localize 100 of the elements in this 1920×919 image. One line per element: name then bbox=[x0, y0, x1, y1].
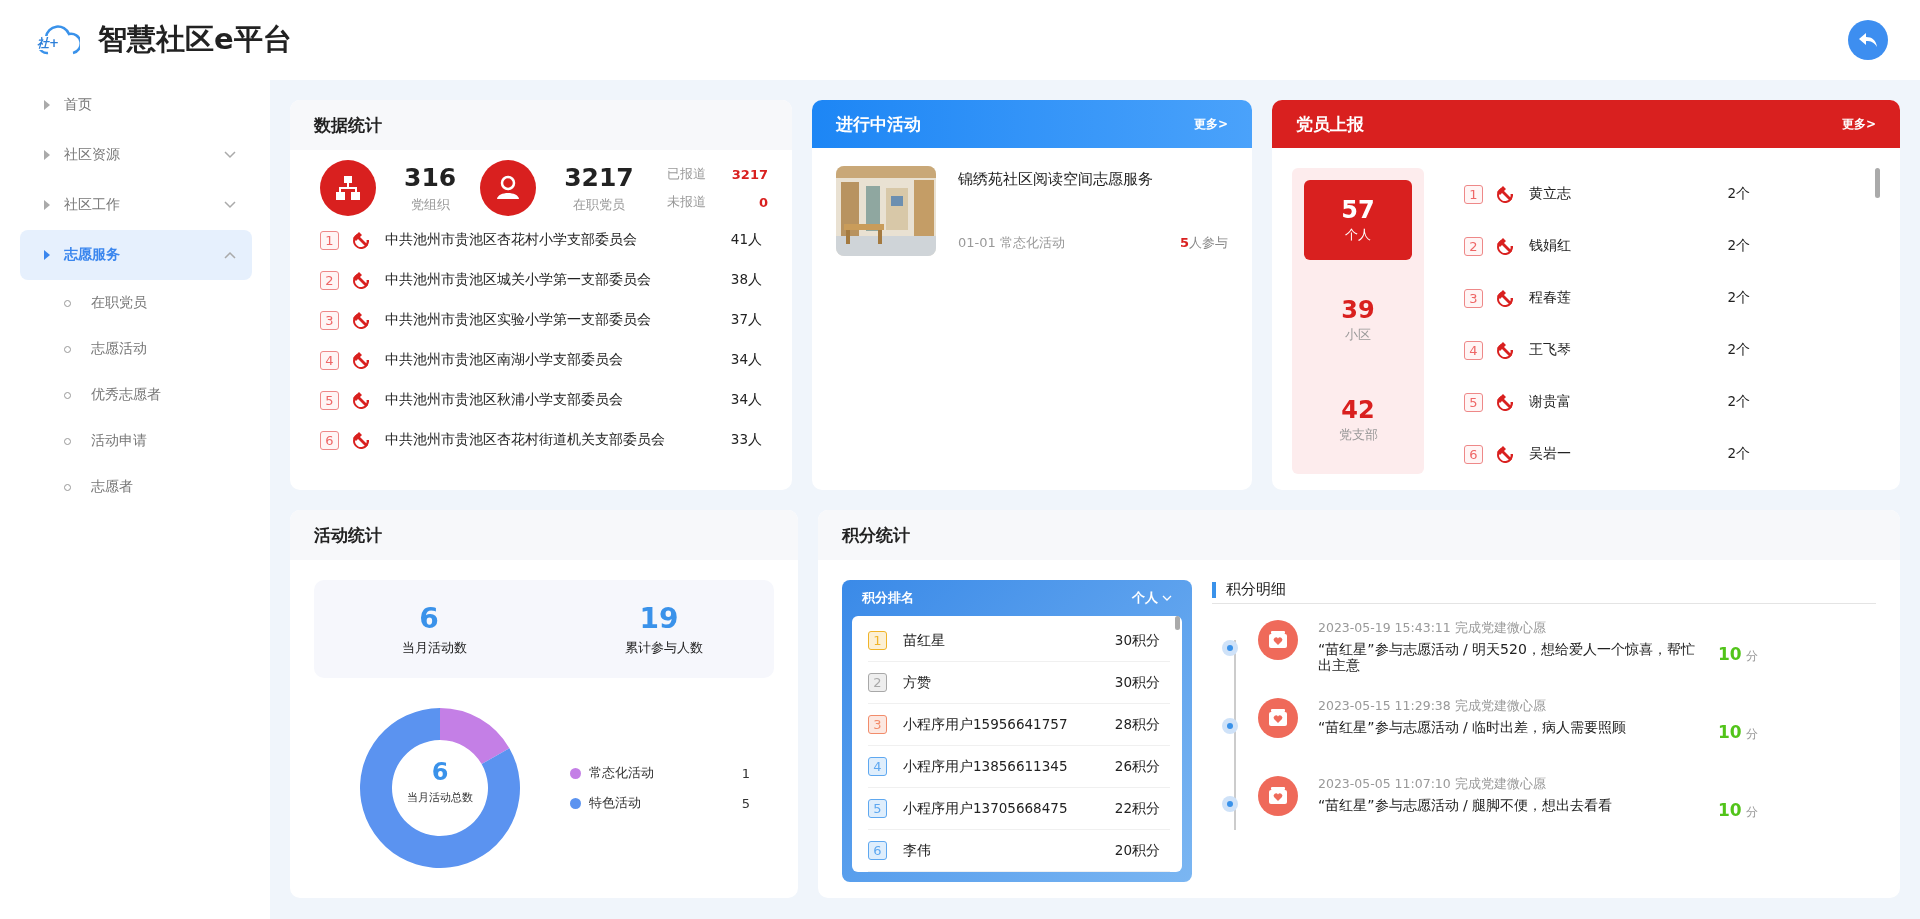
points-value: 30积分 bbox=[1114, 631, 1160, 650]
member-count: 33人 bbox=[730, 431, 762, 449]
entry-time: 2023-05-15 11:29:38 完成党建微心愿 bbox=[1318, 698, 1547, 715]
member-name: 谢贵富 bbox=[1529, 393, 1571, 411]
scrollbar-thumb[interactable] bbox=[1175, 616, 1180, 630]
rank-badge: 2 bbox=[868, 673, 887, 692]
nav-item[interactable]: 社区工作 bbox=[20, 180, 252, 230]
report-count: 2个 bbox=[1727, 289, 1750, 307]
report-count: 2个 bbox=[1727, 341, 1750, 359]
total-label: 累计参与人数 bbox=[624, 638, 703, 657]
rank-badge: 4 bbox=[868, 757, 887, 776]
rank-badge: 5 bbox=[868, 799, 887, 818]
timeline-dot bbox=[1222, 796, 1238, 812]
activity-meta: 01-01 常态化活动 bbox=[958, 234, 1065, 252]
member-count: 41人 bbox=[730, 231, 762, 249]
rank-badge: 1 bbox=[868, 631, 887, 650]
entry-text: “苗红星”参与志愿活动 / 明天520，想给爱人一个惊喜，帮忙出主意 bbox=[1318, 641, 1696, 674]
nav-subitem[interactable]: 志愿者 bbox=[20, 464, 252, 510]
caret-icon bbox=[1162, 595, 1172, 601]
rank-badge: 4 bbox=[320, 350, 339, 370]
total-value: 19 bbox=[639, 601, 679, 635]
nav-subitem[interactable]: 活动申请 bbox=[20, 418, 252, 464]
rank-badge: 3 bbox=[1464, 288, 1483, 308]
legend-value: 5 bbox=[741, 795, 750, 811]
nav-subitem[interactable]: 志愿活动 bbox=[20, 326, 252, 372]
member-name: 钱娟红 bbox=[1529, 237, 1571, 255]
rank-badge: 3 bbox=[320, 310, 339, 330]
rank-badge: 6 bbox=[868, 841, 887, 860]
rank-badge: 2 bbox=[320, 270, 339, 290]
user-name: 方赞 bbox=[903, 673, 931, 692]
legend-value: 1 bbox=[741, 765, 750, 781]
report-count: 2个 bbox=[1727, 445, 1750, 463]
org-name: 中共池州市贵池区杏花村街道机关支部委员会 bbox=[385, 431, 665, 449]
rank-badge: 2 bbox=[1464, 236, 1483, 256]
card-title: 党员上报 bbox=[1296, 112, 1364, 136]
report-count: 2个 bbox=[1727, 237, 1750, 255]
points-value: 28积分 bbox=[1114, 715, 1160, 734]
user-name: 苗红星 bbox=[903, 631, 945, 650]
rank-badge: 1 bbox=[1464, 184, 1483, 204]
stat-tab[interactable]: 42 党支部 bbox=[1304, 380, 1412, 460]
score-unit: 分 bbox=[1745, 648, 1758, 665]
participant-count: 5人参与 bbox=[1179, 234, 1228, 252]
user-name: 李伟 bbox=[903, 841, 931, 860]
center-value: 6 bbox=[431, 758, 449, 786]
triangle-icon bbox=[44, 200, 50, 210]
org-chart-icon bbox=[320, 160, 376, 216]
rank-badge: 3 bbox=[868, 715, 887, 734]
chevron-icon bbox=[224, 151, 236, 159]
score-value: 10 bbox=[1718, 800, 1742, 820]
member-name: 王飞琴 bbox=[1529, 341, 1571, 359]
user-name: 小程序用户15956641757 bbox=[903, 715, 1068, 734]
stat-tab[interactable]: 39 小区 bbox=[1304, 280, 1412, 360]
card-title: 数据统计 bbox=[290, 100, 792, 150]
member-name: 程春莲 bbox=[1529, 289, 1571, 307]
stat-tab[interactable]: 57 个人 bbox=[1304, 180, 1412, 260]
activity-title: 锦绣苑社区阅读空间志愿服务 bbox=[958, 170, 1154, 189]
stat-value: 3217 bbox=[564, 162, 634, 192]
member-name: 吴岩一 bbox=[1529, 445, 1571, 463]
card-title: 进行中活动 bbox=[836, 112, 921, 136]
member-count: 38人 bbox=[730, 271, 762, 289]
member-count: 34人 bbox=[730, 391, 762, 409]
points-value: 30积分 bbox=[1114, 673, 1160, 692]
report-label: 已报道 bbox=[666, 165, 706, 183]
rank-badge: 5 bbox=[1464, 392, 1483, 412]
rank-badge: 1 bbox=[320, 230, 339, 250]
nav-item[interactable]: 首页 bbox=[20, 80, 252, 130]
panel-title: 积分排名 bbox=[862, 589, 914, 607]
app-title: 智慧社区e平台 bbox=[98, 21, 292, 58]
more-link[interactable]: 更多> bbox=[1841, 115, 1876, 133]
section-title: 积分明细 bbox=[1226, 580, 1286, 599]
entry-time: 2023-05-05 11:07:10 完成党建微心愿 bbox=[1318, 776, 1547, 793]
gift-box-icon bbox=[1258, 698, 1298, 738]
org-name: 中共池州市贵池区南湖小学支部委员会 bbox=[385, 351, 623, 369]
nav-item[interactable]: 志愿服务 bbox=[20, 230, 252, 280]
score-value: 10 bbox=[1718, 644, 1742, 664]
total-label: 当月活动数 bbox=[400, 638, 467, 657]
nav-item[interactable]: 社区资源 bbox=[20, 130, 252, 180]
member-count: 34人 bbox=[730, 351, 762, 369]
back-button[interactable] bbox=[1848, 20, 1888, 60]
filter-dropdown[interactable]: 个人 bbox=[1132, 589, 1172, 607]
chevron-icon bbox=[224, 201, 236, 209]
member-name: 黄立志 bbox=[1529, 185, 1571, 203]
report-count: 2个 bbox=[1727, 393, 1750, 411]
rank-badge: 4 bbox=[1464, 340, 1483, 360]
nav-subitem[interactable]: 优秀志愿者 bbox=[20, 372, 252, 418]
points-value: 20积分 bbox=[1114, 841, 1160, 860]
score-unit: 分 bbox=[1745, 804, 1758, 821]
user-name: 小程序用户13705668475 bbox=[903, 799, 1068, 818]
entry-text: “苗红星”参与志愿活动 / 临时出差，病人需要照顾 bbox=[1318, 719, 1628, 736]
stat-label: 在职党员 bbox=[573, 195, 625, 214]
more-link[interactable]: 更多> bbox=[1193, 115, 1228, 133]
user-name: 小程序用户13856611345 bbox=[903, 757, 1068, 776]
report-count: 2个 bbox=[1727, 185, 1750, 203]
gift-box-icon bbox=[1258, 620, 1298, 660]
report-value: 3217 bbox=[731, 166, 768, 182]
card-title: 积分统计 bbox=[818, 510, 1900, 560]
legend-label: 特色活动 bbox=[589, 794, 641, 812]
org-name: 中共池州市贵池区城关小学第一支部委员会 bbox=[385, 271, 651, 289]
nav-subitem[interactable]: 在职党员 bbox=[20, 280, 252, 326]
scrollbar-thumb[interactable] bbox=[1875, 168, 1880, 198]
